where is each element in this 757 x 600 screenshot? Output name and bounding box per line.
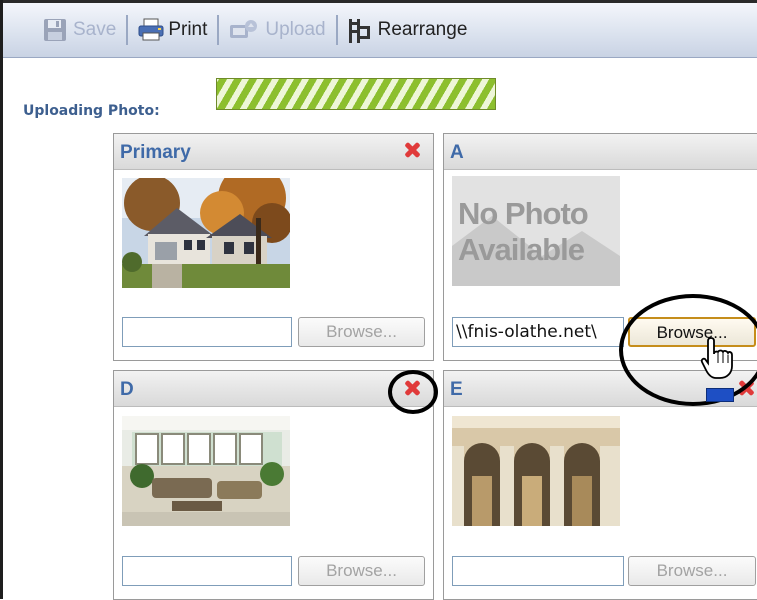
photo-cell-title: D <box>120 379 134 400</box>
save-label: Save <box>73 19 117 40</box>
toolbar-separator <box>126 15 129 45</box>
no-photo-text: No Photo Available <box>458 196 589 267</box>
primary-browse-button[interactable]: Browse... <box>298 317 425 347</box>
photo-cell-header: Primary <box>114 134 433 170</box>
printer-icon <box>138 18 164 42</box>
e-browse-button[interactable]: Browse... <box>628 556 756 586</box>
d-path-field[interactable] <box>122 556 292 586</box>
d-photo-thumbnail[interactable] <box>122 416 290 526</box>
toolbar-separator <box>335 15 338 45</box>
toolbar: Save Print Upload Rearrange <box>3 3 757 58</box>
no-photo-placeholder: No Photo Available <box>452 176 620 286</box>
photo-cell-title: A <box>450 142 464 163</box>
annotation-circle-delete <box>388 370 438 414</box>
photo-cell-header: A <box>444 134 757 170</box>
rearrange-icon <box>348 18 372 43</box>
d-browse-button[interactable]: Browse... <box>298 556 425 586</box>
print-label: Print <box>168 19 208 40</box>
rearrange-label: Rearrange <box>377 19 468 40</box>
upload-label: Upload <box>265 19 326 40</box>
cursor-shadow-badge <box>706 388 734 402</box>
photo-cell-primary: Primary Browse... <box>113 133 434 361</box>
primary-photo-thumbnail[interactable] <box>122 178 290 288</box>
upload-icon <box>229 18 259 42</box>
primary-path-field[interactable] <box>122 317 292 347</box>
window-frame-left <box>0 0 3 599</box>
e-path-field[interactable] <box>452 556 624 586</box>
photo-cell-header: D <box>114 371 433 407</box>
photo-cell-d: D Browse... <box>113 370 434 600</box>
annotation-circle-browse <box>619 294 757 406</box>
a-path-field[interactable]: \\fnis-olathe.net\ <box>452 317 624 347</box>
toolbar-separator <box>217 15 220 45</box>
photo-cell-title: Primary <box>120 142 191 163</box>
upload-button[interactable]: Upload <box>223 10 331 50</box>
hand-pointer-cursor-icon <box>700 336 734 385</box>
rearrange-button[interactable]: Rearrange <box>342 10 474 50</box>
photo-cell-title: E <box>450 379 463 400</box>
delete-icon[interactable] <box>402 140 422 160</box>
print-button[interactable]: Print <box>132 10 213 50</box>
floppy-disk-icon <box>43 18 67 42</box>
uploading-photo-label: Uploading Photo: <box>23 103 160 119</box>
save-button[interactable]: Save <box>37 10 122 50</box>
e-photo-thumbnail[interactable] <box>452 416 620 526</box>
upload-progress-bar <box>216 78 496 110</box>
